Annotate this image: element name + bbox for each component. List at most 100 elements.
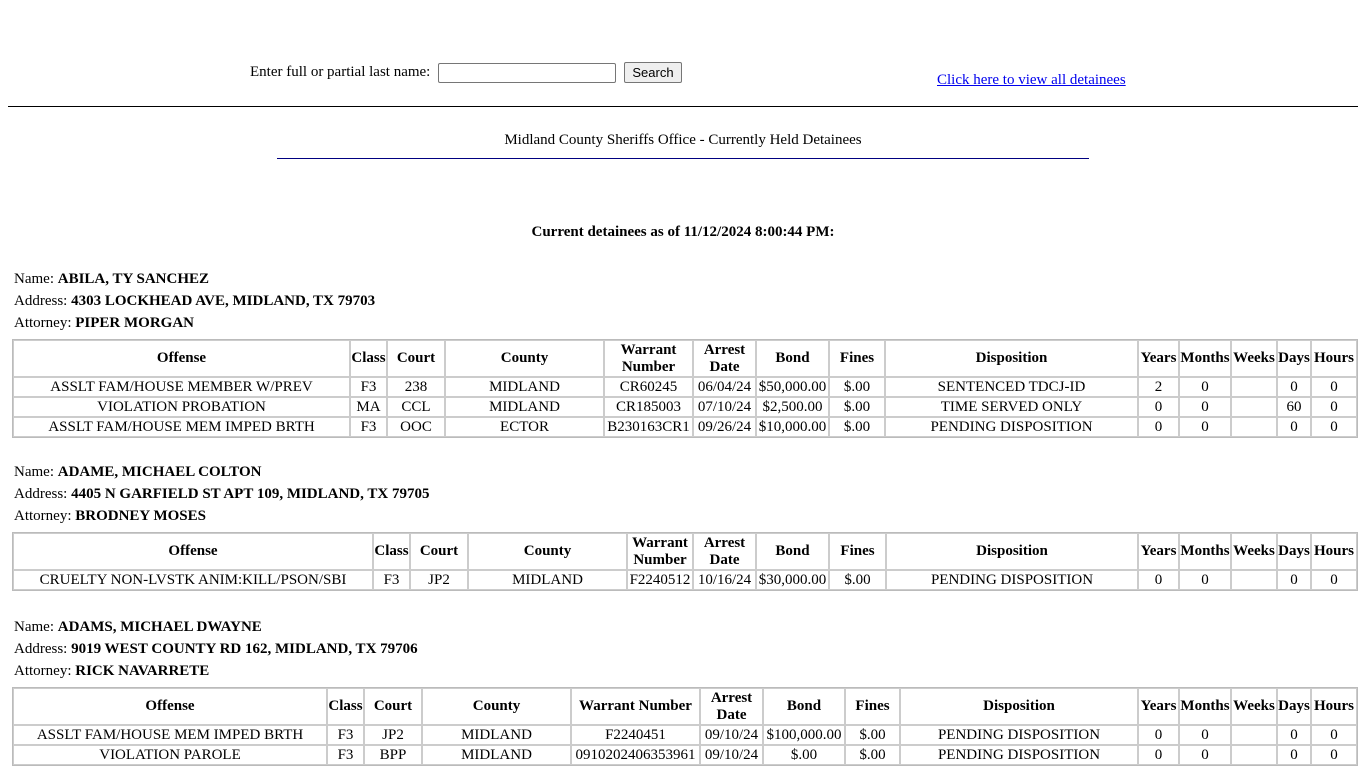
search-button[interactable]: Search <box>624 62 682 83</box>
detainee-name: Name: ADAMS, MICHAEL DWAYNE <box>14 616 1356 638</box>
table-cell: 0 <box>1277 745 1311 765</box>
table-cell: 0 <box>1179 725 1231 745</box>
column-header: Days <box>1277 688 1311 725</box>
detainee-name: Name: ADAME, MICHAEL COLTON <box>14 461 1356 483</box>
detainee-attorney: Attorney: BRODNEY MOSES <box>14 505 1356 527</box>
column-header: Arrest Date <box>693 340 756 377</box>
address-value: 4303 LOCKHEAD AVE, MIDLAND, TX 79703 <box>71 293 376 309</box>
table-row: ASSLT FAM/HOUSE MEM IMPED BRTH F3 OOC ECTOR… <box>13 417 1357 437</box>
address-label: Address: <box>14 641 68 657</box>
column-header: Days <box>1277 533 1311 570</box>
column-header: Years <box>1138 688 1179 725</box>
table-cell: MIDLAND <box>422 745 571 765</box>
address-label: Address: <box>14 293 68 309</box>
column-header: Years <box>1138 533 1179 570</box>
column-header: Weeks <box>1231 340 1277 377</box>
table-cell: $30,000.00 <box>756 570 829 590</box>
table-cell <box>1231 725 1277 745</box>
table-cell: 0 <box>1311 745 1357 765</box>
detainee-address: Address: 4405 N GARFIELD ST APT 109, MID… <box>14 483 1356 505</box>
detainee-address: Address: 4303 LOCKHEAD AVE, MIDLAND, TX … <box>14 290 1356 312</box>
table-cell: F3 <box>327 725 364 745</box>
header-row: Offense Class Court County Warrant Number Arr… <box>13 533 1357 570</box>
table-cell: 06/04/24 <box>693 377 756 397</box>
table-cell: B230163CR1 <box>604 417 693 437</box>
table-cell: 0 <box>1138 725 1179 745</box>
table-cell: F3 <box>327 745 364 765</box>
table-cell: CRUELTY NON-LVSTK ANIM:KILL/PSON/SBI <box>13 570 373 590</box>
detainee-record: Name: ADAMS, MICHAEL DWAYNE Address: 9019… <box>12 616 1358 766</box>
column-header: Bond <box>756 340 829 377</box>
table-cell: 0 <box>1179 570 1231 590</box>
table-cell <box>1231 417 1277 437</box>
column-header: Class <box>373 533 410 570</box>
column-header: County <box>445 340 604 377</box>
name-label: Name: <box>14 619 54 635</box>
table-cell: $50,000.00 <box>756 377 829 397</box>
table-cell: BPP <box>364 745 422 765</box>
column-header: Years <box>1138 340 1179 377</box>
table-cell: 09/26/24 <box>693 417 756 437</box>
table-cell: F3 <box>350 417 387 437</box>
column-header: Class <box>327 688 364 725</box>
table-cell: 09/10/24 <box>700 725 763 745</box>
table-cell: 0 <box>1138 397 1179 417</box>
name-value: ADAME, MICHAEL COLTON <box>57 464 262 480</box>
table-cell: 0 <box>1138 570 1179 590</box>
address-value: 9019 WEST COUNTY RD 162, MIDLAND, TX 797… <box>71 641 418 657</box>
table-cell: F2240451 <box>571 725 700 745</box>
detainee-attorney: Attorney: PIPER MORGAN <box>14 312 1356 334</box>
search-label: Enter full or partial last name: <box>250 64 431 80</box>
table-cell: 0 <box>1138 745 1179 765</box>
table-cell: MIDLAND <box>468 570 627 590</box>
column-header: Bond <box>763 688 845 725</box>
address-value: 4405 N GARFIELD ST APT 109, MIDLAND, TX … <box>71 486 430 502</box>
table-cell: $2,500.00 <box>756 397 829 417</box>
table-cell: $.00 <box>829 397 885 417</box>
attorney-label: Attorney: <box>14 663 72 679</box>
column-header: Fines <box>829 533 886 570</box>
column-header: Court <box>387 340 445 377</box>
table-cell: ECTOR <box>445 417 604 437</box>
table-cell: 0 <box>1311 397 1357 417</box>
table-row: ASSLT FAM/HOUSE MEMBER W/PREV F3 238 MIDLAN… <box>13 377 1357 397</box>
table-cell: JP2 <box>410 570 468 590</box>
table-cell: 0 <box>1311 725 1357 745</box>
table-cell: 09/10/24 <box>700 745 763 765</box>
header-row: Offense Class Court County Warrant Number Arr… <box>13 688 1357 725</box>
column-header: Disposition <box>886 533 1138 570</box>
table-cell: 0 <box>1311 377 1357 397</box>
column-header: Warrant Number <box>604 340 693 377</box>
charges-table: Offense Class Court County Warrant Number Arr… <box>12 339 1358 438</box>
detainee-name: Name: ABILA, TY SANCHEZ <box>14 268 1356 290</box>
table-cell: ASSLT FAM/HOUSE MEM IMPED BRTH <box>13 725 327 745</box>
table-cell: CR60245 <box>604 377 693 397</box>
view-all-detainees-link[interactable]: Click here to view all detainees <box>937 72 1126 89</box>
column-header: Fines <box>829 340 885 377</box>
column-header: Hours <box>1311 340 1357 377</box>
name-value: ADAMS, MICHAEL DWAYNE <box>57 619 262 635</box>
attorney-value: RICK NAVARRETE <box>75 663 210 679</box>
table-cell: $10,000.00 <box>756 417 829 437</box>
column-header: Hours <box>1311 533 1357 570</box>
table-cell: $.00 <box>829 417 885 437</box>
table-cell: OOC <box>387 417 445 437</box>
column-header: Weeks <box>1231 533 1277 570</box>
table-cell: VIOLATION PAROLE <box>13 745 327 765</box>
attorney-label: Attorney: <box>14 315 72 331</box>
table-cell: 10/16/24 <box>693 570 756 590</box>
table-cell: 0 <box>1277 570 1311 590</box>
column-header: Offense <box>13 340 350 377</box>
address-label: Address: <box>14 486 68 502</box>
table-row: VIOLATION PROBATION MA CCL MIDLAND CR185003 0… <box>13 397 1357 417</box>
column-header: Offense <box>13 688 327 725</box>
column-header: County <box>422 688 571 725</box>
table-cell: 238 <box>387 377 445 397</box>
last-name-input[interactable] <box>438 62 617 83</box>
header-row: Offense Class Court County Warrant Number Arr… <box>13 340 1357 377</box>
column-header: Court <box>364 688 422 725</box>
table-cell: 0 <box>1311 417 1357 437</box>
table-row: ASSLT FAM/HOUSE MEM IMPED BRTH F3 JP2 MIDLA… <box>13 725 1357 745</box>
table-cell: 07/10/24 <box>693 397 756 417</box>
name-value: ABILA, TY SANCHEZ <box>57 271 210 287</box>
